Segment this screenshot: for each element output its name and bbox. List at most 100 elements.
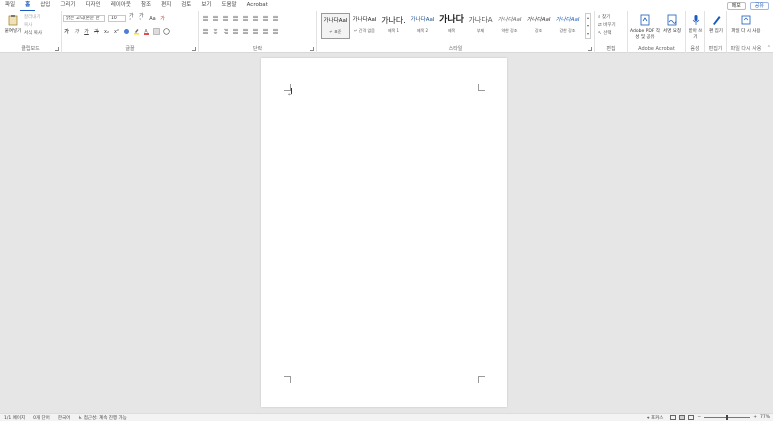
reuse-files-button[interactable]: 파일 다 시 사용	[731, 14, 761, 35]
tab-7[interactable]: 편지	[156, 0, 176, 11]
paste-button[interactable]: 붙여넣기	[3, 14, 23, 35]
page-count[interactable]: 1/1 페이지	[0, 415, 29, 421]
style-item-7[interactable]: 가나다AaI 강조	[524, 13, 553, 39]
tab-11[interactable]: Acrobat	[242, 0, 273, 11]
text-effects-icon[interactable]	[123, 28, 130, 35]
memo-button[interactable]: 메모	[726, 1, 746, 10]
accessibility-icon: ♿	[78, 415, 83, 421]
select-button[interactable]: ↖ 선택	[598, 30, 616, 36]
underline-button[interactable]: 가	[83, 28, 90, 35]
share-button[interactable]: 공유	[749, 1, 769, 10]
enclose-char-icon[interactable]	[163, 28, 170, 35]
dictate-button[interactable]: 받아 쓰기	[687, 14, 704, 40]
reuse-group: 파일 다 시 사용 파일 다시 사용	[727, 11, 765, 53]
style-item-4[interactable]: 가나다제목	[437, 13, 466, 39]
multilevel-list-icon[interactable]	[222, 15, 229, 22]
italic-button[interactable]: 가	[73, 28, 80, 35]
numbering-icon[interactable]	[212, 15, 219, 22]
tab-0[interactable]: 파일	[0, 0, 20, 11]
word-count[interactable]: 0개 단어	[29, 415, 54, 421]
read-mode-icon[interactable]	[670, 415, 677, 420]
distributed-icon[interactable]	[242, 28, 249, 35]
sort-icon[interactable]	[262, 15, 269, 22]
change-case-button[interactable]: Aa	[149, 15, 156, 22]
tab-5[interactable]: 레이아웃	[106, 0, 136, 11]
format-painter-button[interactable]: 서식 복사	[24, 30, 42, 36]
tab-2[interactable]: 삽입	[35, 0, 55, 11]
tab-8[interactable]: 검토	[176, 0, 196, 11]
copy-button[interactable]: 복사	[24, 22, 42, 28]
shading-icon[interactable]	[262, 28, 269, 35]
highlight-icon[interactable]	[133, 28, 140, 35]
style-item-3[interactable]: 가나다AaI 제목 2	[408, 13, 437, 39]
request-sign-button[interactable]: 서명 요청	[662, 14, 682, 35]
bold-button[interactable]: 가	[63, 28, 70, 35]
tab-9[interactable]: 보기	[196, 0, 216, 11]
strike-button[interactable]: 가	[93, 28, 100, 35]
justify-icon[interactable]	[232, 28, 239, 35]
zoom-out-button[interactable]: −	[697, 415, 701, 420]
zoom-slider[interactable]	[704, 415, 751, 420]
font-size-dropdown[interactable]: 10	[108, 15, 126, 22]
margin-corner-bottom-right	[478, 376, 485, 383]
clear-format-button[interactable]: 가	[159, 15, 166, 22]
tab-6[interactable]: 참조	[136, 0, 156, 11]
tab-3[interactable]: 그리기	[55, 0, 80, 11]
language[interactable]: 한국어	[54, 415, 74, 421]
style-item-0[interactable]: 가나다AaI ↵ 표준	[321, 13, 350, 39]
styles-launcher[interactable]	[588, 47, 592, 51]
print-layout-icon[interactable]	[679, 415, 686, 420]
font-launcher[interactable]	[192, 47, 196, 51]
web-layout-icon[interactable]	[688, 415, 695, 420]
bullets-icon[interactable]	[202, 15, 209, 22]
style-item-8[interactable]: 가나다AaI 강한 강조	[553, 13, 582, 39]
focus-button[interactable]: ⌖ 포커스	[643, 415, 667, 421]
style-preview: 가나다.	[381, 16, 406, 25]
style-item-2[interactable]: 가나다. 제목 1	[379, 13, 408, 39]
zoom-in-button[interactable]: +	[753, 415, 757, 420]
asian-layout-icon[interactable]	[252, 15, 259, 22]
editing-label: 편집	[606, 46, 616, 52]
document-page[interactable]: ↵	[261, 58, 507, 407]
accessibility-label: 접근성: 계속 진행 가능	[83, 415, 127, 421]
style-item-6[interactable]: 가나다AaI 약한 강조	[495, 13, 524, 39]
replace-button[interactable]: ⇄ 바꾸기	[598, 22, 616, 28]
align-center-icon[interactable]	[212, 28, 219, 35]
styles-more-button[interactable]: ▴ ▾ ▾	[585, 13, 591, 39]
editor-button[interactable]: 편 집기	[707, 14, 725, 35]
line-spacing-icon[interactable]	[252, 28, 259, 35]
char-shading-icon[interactable]	[153, 28, 160, 35]
tab-10[interactable]: 도움말	[216, 0, 241, 11]
style-name: 강조	[534, 28, 543, 33]
show-marks-icon[interactable]	[272, 15, 279, 22]
tab-4[interactable]: 디자인	[81, 0, 106, 11]
font-color-icon[interactable]: A	[143, 28, 150, 35]
clipboard-label: 클립보드	[21, 46, 40, 52]
paragraph-launcher[interactable]	[310, 47, 314, 51]
style-name: 제목	[447, 28, 456, 33]
find-button[interactable]: ⌕ 찾기	[598, 14, 616, 20]
font-name-dropdown[interactable]: 맑은 고딕(본문 한	[63, 15, 105, 22]
borders-icon[interactable]	[272, 28, 279, 35]
grow-font-button[interactable]: 가ˆ	[129, 13, 136, 25]
editor-pen-icon	[713, 16, 721, 25]
decrease-indent-icon[interactable]	[232, 15, 239, 22]
superscript-button[interactable]: x²	[113, 28, 120, 35]
zoom-level[interactable]: 77%	[760, 415, 770, 420]
style-preview: 가나다	[439, 15, 464, 25]
style-name: ↵ 간격 없음	[354, 28, 375, 33]
align-left-icon[interactable]	[202, 28, 209, 35]
clipboard-launcher[interactable]	[55, 47, 59, 51]
accessibility-status[interactable]: ♿ 접근성: 계속 진행 가능	[74, 415, 131, 421]
align-right-icon[interactable]	[222, 28, 229, 35]
create-pdf-button[interactable]: Adobe PDF 작성 및 공유	[630, 14, 660, 40]
style-item-1[interactable]: 가나다AaI ↵ 간격 없음	[350, 13, 379, 39]
shrink-font-button[interactable]: 가ˇ	[139, 13, 146, 25]
zoom-thumb[interactable]	[726, 415, 729, 420]
cut-button[interactable]: 잘라내기	[24, 14, 42, 20]
increase-indent-icon[interactable]	[242, 15, 249, 22]
subscript-button[interactable]: x₂	[103, 28, 110, 35]
style-item-5[interactable]: 가나다A 부제	[466, 13, 495, 39]
collapse-ribbon-icon[interactable]: ⌃	[767, 45, 771, 51]
tab-1[interactable]: 홈	[20, 0, 36, 11]
